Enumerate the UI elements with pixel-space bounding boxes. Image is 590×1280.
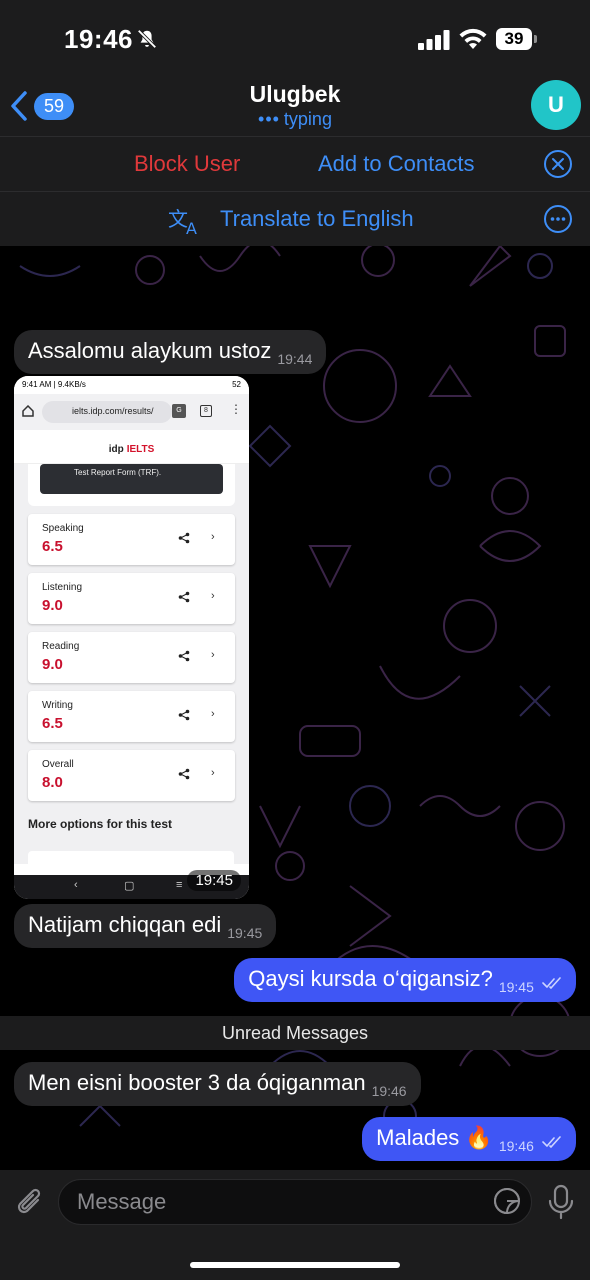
score-value: 9.0 [42, 656, 63, 673]
score-card: Speaking 6.5 › [28, 514, 235, 565]
more-options-heading: More options for this test [28, 817, 172, 831]
unread-messages-divider: Unread Messages [0, 1016, 590, 1050]
score-value: 8.0 [42, 774, 63, 791]
svg-text:文: 文 [168, 207, 188, 231]
message-bubble-incoming[interactable]: Men eisni booster 3 da óqiganman 19:46 [14, 1062, 421, 1106]
message-time: 19:45 [187, 870, 241, 891]
typing-dots-icon: ••• [258, 109, 280, 129]
signal-icon [418, 30, 450, 50]
paperclip-icon[interactable] [14, 1184, 46, 1220]
double-check-icon [542, 1136, 561, 1148]
microphone-icon[interactable] [548, 1184, 574, 1220]
chat-header: 59 Ulugbek ••• typing U [0, 76, 590, 136]
message-time: 19:45 [498, 979, 534, 995]
message-bubble-outgoing[interactable]: Qaysi kursda o‘qigansiz? 19:45 [234, 958, 576, 1002]
message-time: 19:44 [277, 351, 313, 367]
message-text: Men eisni booster 3 da óqiganman [28, 1070, 366, 1095]
chevron-right-icon: › [211, 590, 215, 602]
photo-results-page: Test Report Form (TRF). Speaking 6.5 › List… [14, 464, 249, 865]
photo-message[interactable]: 9:41 AM | 9.4KB/s 52 ielts.idp.com/resul… [14, 376, 249, 899]
score-card: Writing 6.5 › [28, 691, 235, 742]
double-check-icon [542, 977, 561, 989]
score-label: Overall [42, 759, 74, 770]
trf-text: Test Report Form (TRF). [40, 464, 223, 494]
share-icon [178, 650, 190, 662]
logo-ielts: IELTS [126, 444, 155, 455]
avatar[interactable]: U [531, 80, 581, 130]
photo-status-bar: 9:41 AM | 9.4KB/s 52 [14, 376, 249, 394]
score-value: 9.0 [42, 597, 63, 614]
score-label: Reading [42, 641, 80, 652]
chat-status: ••• typing [0, 109, 590, 130]
message-input[interactable] [58, 1179, 532, 1225]
share-icon [178, 532, 190, 544]
message-input-bar [0, 1170, 590, 1280]
logo-idp: idp [108, 444, 124, 455]
message-text: Malades 🔥 [376, 1125, 493, 1150]
score-label: Listening [42, 582, 83, 593]
message-time: 19:46 [371, 1083, 407, 1099]
chevron-right-icon: › [211, 767, 215, 779]
message-text: Qaysi kursda o‘qigansiz? [248, 966, 493, 991]
message-bubble-incoming[interactable]: Assalomu alaykum ustoz 19:44 [14, 330, 327, 374]
ielts-logo: idp IELTS [14, 430, 249, 464]
photo-translate-icon: G [172, 404, 186, 418]
chevron-right-icon: › [211, 531, 215, 543]
contact-action-bar: Block User Add to Contacts [0, 136, 590, 191]
block-user-button[interactable]: Block User [134, 151, 240, 177]
bottom-card [28, 851, 234, 865]
chat-title[interactable]: Ulugbek [0, 81, 590, 108]
share-icon [178, 768, 190, 780]
message-time: 19:45 [227, 925, 263, 941]
bell-slash-icon [137, 29, 157, 49]
photo-menu-icon: ⋮ [230, 402, 242, 416]
chevron-right-icon: › [211, 649, 215, 661]
trf-card: Test Report Form (TRF). [28, 464, 235, 506]
message-bubble-outgoing[interactable]: Malades 🔥 19:46 [362, 1117, 576, 1161]
score-value: 6.5 [42, 538, 63, 555]
share-icon [178, 709, 190, 721]
score-card: Overall 8.0 › [28, 750, 235, 801]
more-options-icon[interactable] [543, 204, 573, 234]
battery-level: 39 [496, 28, 532, 50]
status-time: 19:46 [64, 24, 133, 54]
home-icon [22, 405, 34, 417]
score-card: Reading 9.0 › [28, 632, 235, 683]
message-time: 19:46 [498, 1138, 534, 1154]
message-bubble-incoming[interactable]: Natijam chiqqan edi 19:45 [14, 904, 277, 948]
wifi-icon [459, 28, 487, 49]
add-to-contacts-button[interactable]: Add to Contacts [318, 151, 475, 177]
score-label: Speaking [42, 523, 84, 534]
translate-icon: 文 A [168, 207, 197, 236]
chat-area[interactable]: Assalomu alaykum ustoz 19:44 9:41 AM | 9.… [0, 246, 590, 1170]
message-text: Assalomu alaykum ustoz [28, 338, 272, 363]
score-list: Speaking 6.5 › Listening 9.0 › Reading 9.0 › Writ… [28, 514, 235, 801]
photo-url-bar: ielts.idp.com/results/ G 8 ⋮ [14, 394, 249, 430]
chevron-right-icon: › [211, 708, 215, 720]
message-text: Natijam chiqqan edi [28, 912, 222, 937]
photo-tab-count: 8 [200, 405, 212, 417]
score-label: Writing [42, 700, 73, 711]
chat-status-text: typing [283, 109, 332, 129]
score-card: Listening 9.0 › [28, 573, 235, 624]
close-icon[interactable] [543, 149, 573, 179]
translate-bar: 文 A Translate to English [0, 191, 590, 246]
score-value: 6.5 [42, 715, 63, 732]
home-indicator [190, 1262, 400, 1268]
translate-button[interactable]: Translate to English [220, 206, 414, 232]
battery-indicator: 39 [496, 28, 537, 50]
photo-url: ielts.idp.com/results/ [42, 401, 172, 423]
svg-text:A: A [186, 219, 197, 236]
share-icon [178, 591, 190, 603]
status-bar: 19:46 39 [0, 0, 590, 76]
photo-status-time: 9:41 AM | 9.4KB/s [22, 380, 86, 389]
sticker-icon[interactable] [492, 1186, 522, 1216]
photo-status-battery: 52 [232, 380, 241, 389]
